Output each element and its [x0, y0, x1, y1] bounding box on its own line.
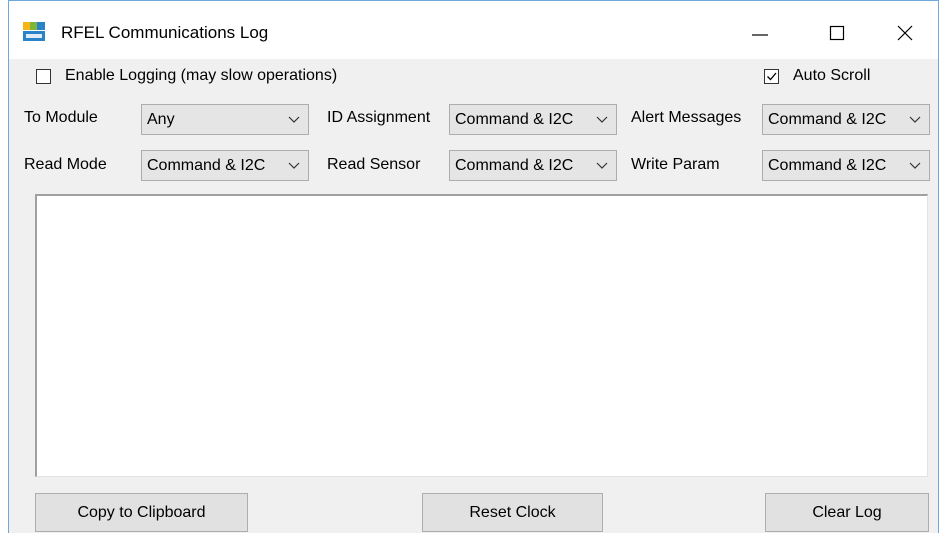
enable-logging-label: Enable Logging (may slow operations): [65, 67, 338, 84]
to-module-select[interactable]: Any: [141, 104, 309, 135]
checkmark-icon: [767, 72, 777, 81]
maximize-button[interactable]: [814, 9, 860, 55]
read-sensor-select[interactable]: Command & I2C: [449, 150, 617, 181]
read-mode-value: Command & I2C: [147, 157, 266, 174]
minimize-icon: [752, 34, 768, 36]
to-module-value: Any: [147, 111, 175, 128]
maximize-icon: [829, 25, 845, 41]
alert-messages-select[interactable]: Command & I2C: [762, 104, 930, 135]
read-mode-select[interactable]: Command & I2C: [141, 150, 309, 181]
window-title: RFEL Communications Log: [61, 23, 269, 42]
clear-log-button[interactable]: Clear Log: [765, 493, 929, 532]
alert-messages-label: Alert Messages: [631, 109, 742, 126]
write-param-select[interactable]: Command & I2C: [762, 150, 930, 181]
chevron-down-icon: [596, 162, 608, 169]
read-sensor-value: Command & I2C: [455, 157, 574, 174]
copy-to-clipboard-button[interactable]: Copy to Clipboard: [35, 493, 248, 532]
chevron-down-icon: [288, 162, 300, 169]
rfel-communications-log-window: RFEL Communications Log Enable Logging (…: [8, 0, 939, 533]
chevron-down-icon: [909, 162, 921, 169]
close-button[interactable]: [882, 9, 928, 55]
chevron-down-icon: [288, 116, 300, 123]
id-assignment-value: Command & I2C: [455, 111, 574, 128]
chevron-down-icon: [909, 116, 921, 123]
auto-scroll-checkbox[interactable]: [764, 69, 779, 84]
write-param-value: Command & I2C: [768, 157, 887, 174]
read-mode-label: Read Mode: [24, 156, 107, 173]
write-param-label: Write Param: [631, 156, 720, 173]
id-assignment-label: ID Assignment: [327, 109, 431, 126]
close-icon: [897, 25, 913, 41]
minimize-button[interactable]: [737, 9, 783, 55]
auto-scroll-label: Auto Scroll: [793, 67, 871, 84]
id-assignment-select[interactable]: Command & I2C: [449, 104, 617, 135]
reset-clock-button[interactable]: Reset Clock: [422, 493, 603, 532]
log-text-area[interactable]: [35, 194, 928, 477]
to-module-label: To Module: [24, 109, 98, 126]
title-bar[interactable]: RFEL Communications Log: [9, 1, 938, 59]
alert-messages-value: Command & I2C: [768, 111, 887, 128]
nxp-rfel-app-icon: [23, 22, 45, 41]
enable-logging-checkbox[interactable]: [36, 69, 51, 84]
read-sensor-label: Read Sensor: [327, 156, 421, 173]
chevron-down-icon: [596, 116, 608, 123]
